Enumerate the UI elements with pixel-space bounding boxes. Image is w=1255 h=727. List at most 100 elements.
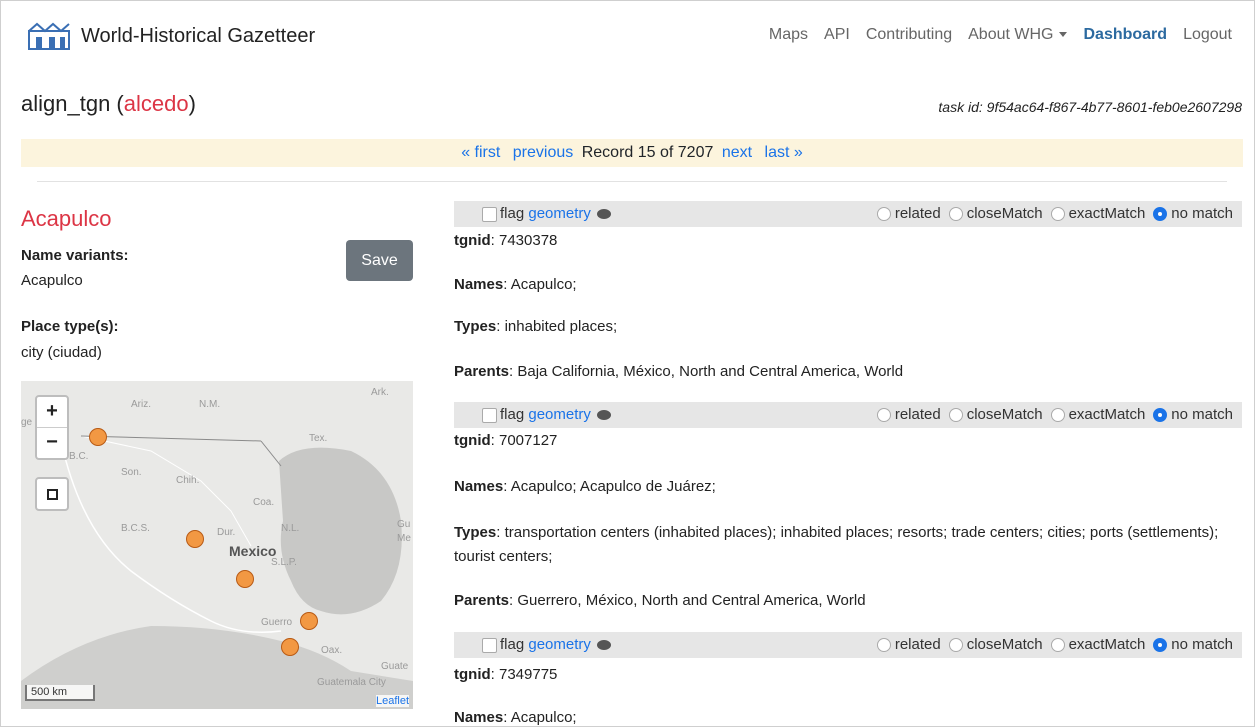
- map-scale: 500 km: [25, 685, 95, 701]
- radio-exactmatch[interactable]: exactMatch: [1050, 205, 1146, 222]
- map-label-ge: ge: [21, 417, 33, 428]
- map-marker[interactable]: [186, 530, 204, 548]
- fit-bounds-button[interactable]: [35, 477, 69, 511]
- map-marker[interactable]: [236, 570, 254, 588]
- comment-icon[interactable]: [596, 410, 611, 420]
- chevron-down-icon: [1059, 32, 1068, 38]
- map-label-ark: Ark.: [371, 387, 389, 398]
- geometry-link[interactable]: geometry: [528, 636, 591, 653]
- map[interactable]: Ariz. N.M. Tex. Ark. Son. Chih. Coa. N.L…: [21, 381, 413, 709]
- radio-button[interactable]: [876, 407, 891, 422]
- field-label: Types: [454, 318, 497, 335]
- nav-api[interactable]: API: [824, 26, 850, 44]
- radio-label: exactMatch: [1068, 205, 1146, 222]
- radio-button[interactable]: [1050, 407, 1065, 422]
- match-parents: Parents: Baja California, México, North …: [454, 363, 904, 380]
- flag-checkbox[interactable]: [482, 408, 497, 423]
- geometry-link[interactable]: geometry: [528, 205, 591, 222]
- tgnid-value: 7430378: [499, 232, 558, 249]
- map-label-tex: Tex.: [309, 433, 328, 444]
- radio-related[interactable]: related: [876, 406, 941, 423]
- pager-first-link[interactable]: « first: [461, 144, 500, 161]
- types-value: transportation centers (inhabited places…: [454, 524, 1219, 565]
- nav-maps[interactable]: Maps: [769, 26, 808, 44]
- nav-contributing[interactable]: Contributing: [866, 26, 952, 44]
- place-types-value: city (ciudad): [21, 344, 102, 361]
- flag-text: flag: [500, 406, 525, 423]
- zoom-in-button[interactable]: +: [37, 397, 67, 427]
- map-label-me: Me: [397, 533, 411, 544]
- match-radio-group: related closeMatch exactMatch no match: [876, 406, 1233, 423]
- radio-nomatch[interactable]: no match: [1153, 205, 1233, 222]
- radio-button[interactable]: [876, 206, 891, 221]
- match-tgnid: tgnid: 7007127: [454, 432, 558, 449]
- zoom-out-button[interactable]: −: [37, 427, 67, 458]
- field-label: tgnid: [454, 666, 491, 683]
- radio-related[interactable]: related: [876, 636, 941, 653]
- map-label-chih: Chih.: [176, 475, 200, 486]
- pager-next-link[interactable]: next: [722, 144, 752, 161]
- map-label-ariz: Ariz.: [131, 399, 151, 410]
- radio-label: closeMatch: [966, 406, 1043, 423]
- field-label: Names: [454, 709, 504, 726]
- nav-about[interactable]: About WHG: [968, 26, 1068, 44]
- pager-record-count: Record 15 of 7207: [581, 144, 714, 161]
- divider: [37, 181, 1227, 182]
- radio-closematch[interactable]: closeMatch: [948, 636, 1043, 653]
- place-title: Acapulco: [21, 206, 112, 231]
- names-value: Acapulco; Acapulco de Juárez;: [510, 478, 716, 495]
- field-label: Names: [454, 478, 504, 495]
- radio-related[interactable]: related: [876, 205, 941, 222]
- flag-checkbox[interactable]: [482, 638, 497, 653]
- radio-nomatch[interactable]: no match: [1153, 636, 1233, 653]
- flag-checkbox[interactable]: [482, 207, 497, 222]
- radio-label: exactMatch: [1068, 406, 1146, 423]
- comment-icon[interactable]: [596, 640, 611, 650]
- map-label-guatemala-city: Guatemala City: [317, 677, 386, 688]
- radio-button[interactable]: [948, 407, 963, 422]
- match-header: flag geometry related closeMatch exactMa…: [454, 201, 1242, 227]
- parents-value: Guerrero, México, North and Central Amer…: [517, 592, 866, 609]
- radio-label: no match: [1171, 636, 1233, 653]
- field-label: Names: [454, 276, 504, 293]
- radio-button-selected[interactable]: [1153, 637, 1168, 652]
- radio-button[interactable]: [1050, 206, 1065, 221]
- flag-label: flag geometry: [500, 406, 611, 423]
- radio-nomatch[interactable]: no match: [1153, 406, 1233, 423]
- map-label-nm: N.M.: [199, 399, 221, 410]
- radio-exactmatch[interactable]: exactMatch: [1050, 636, 1145, 653]
- brand[interactable]: World-Historical Gazetteer: [27, 21, 315, 51]
- geometry-link[interactable]: geometry: [528, 406, 591, 423]
- radio-button[interactable]: [1050, 637, 1065, 652]
- map-marker[interactable]: [300, 612, 318, 630]
- map-marker[interactable]: [281, 638, 299, 656]
- radio-label: no match: [1171, 205, 1233, 222]
- nav-dashboard[interactable]: Dashboard: [1083, 26, 1167, 44]
- match-tgnid: tgnid: 7430378: [454, 232, 558, 249]
- radio-button[interactable]: [948, 206, 963, 221]
- map-marker[interactable]: [89, 428, 107, 446]
- radio-exactmatch[interactable]: exactMatch: [1050, 406, 1146, 423]
- pager-previous-link[interactable]: previous: [513, 144, 573, 161]
- radio-label: related: [894, 406, 941, 423]
- square-icon: [47, 489, 58, 500]
- flag-text: flag: [500, 636, 525, 653]
- radio-button-selected[interactable]: [1153, 407, 1168, 422]
- tgnid-value: 7007127: [499, 432, 558, 449]
- radio-closematch[interactable]: closeMatch: [948, 205, 1043, 222]
- flag-label: flag geometry: [500, 636, 611, 653]
- radio-button-selected[interactable]: [1153, 206, 1168, 221]
- map-attribution-link[interactable]: Leaflet: [375, 695, 409, 707]
- flag-text: flag: [500, 205, 525, 222]
- save-button[interactable]: Save: [346, 240, 413, 281]
- pager-last-link[interactable]: last »: [765, 144, 803, 161]
- comment-icon[interactable]: [596, 209, 611, 219]
- nav-logout[interactable]: Logout: [1183, 26, 1232, 44]
- radio-label: closeMatch: [966, 205, 1043, 222]
- radio-button[interactable]: [948, 637, 963, 652]
- flag-label: flag geometry: [500, 205, 611, 222]
- radio-button[interactable]: [876, 637, 891, 652]
- map-label-bc: B.C.: [69, 451, 89, 462]
- radio-closematch[interactable]: closeMatch: [948, 406, 1043, 423]
- map-label-son: Son.: [121, 467, 142, 478]
